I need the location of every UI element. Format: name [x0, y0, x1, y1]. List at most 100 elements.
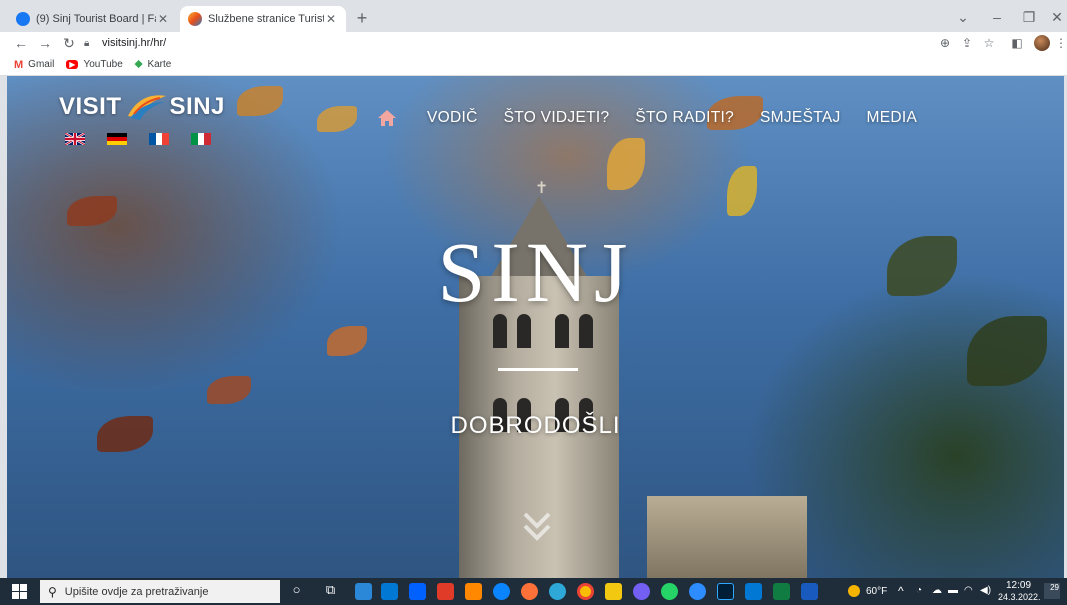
- side-panel-icon[interactable]: ◧: [1008, 34, 1026, 52]
- clock-time[interactable]: 12:09: [1006, 580, 1031, 591]
- task-view-icon[interactable]: ⧉: [322, 582, 339, 598]
- hero-section: ✝ VISIT SINJ VODIČ ŠTO VIDJETI? ŠTO RADI…: [7, 76, 1064, 578]
- hero-subtitle: DOBRODOŠLI: [450, 412, 621, 439]
- gmail-icon: M: [14, 58, 24, 71]
- forward-arrow-icon[interactable]: →: [36, 34, 54, 52]
- cortana-icon[interactable]: ○: [288, 582, 305, 597]
- nav-vodic[interactable]: VODIČ: [427, 109, 478, 127]
- taskbar-search-input[interactable]: ⚲ Upišite ovdje za pretraživanje: [40, 580, 280, 603]
- close-icon[interactable]: ✕: [156, 12, 170, 26]
- tab-title: Službene stranice Turističke zaje: [208, 13, 324, 25]
- share-icon[interactable]: ⇪: [958, 34, 976, 52]
- bookmark-label: Gmail: [28, 59, 55, 70]
- foliage-leaf: [967, 316, 1047, 386]
- search-icon: ⚲: [48, 584, 57, 599]
- close-window-button[interactable]: ✕: [1040, 6, 1067, 28]
- wifi-icon[interactable]: ◠: [964, 585, 973, 596]
- nav-sto-vidjeti[interactable]: ŠTO VIDJETI?: [504, 109, 610, 127]
- file-explorer-icon[interactable]: [605, 583, 622, 600]
- chrome-icon[interactable]: [577, 583, 594, 600]
- notification-count: 29: [1050, 583, 1059, 592]
- language-flags: [65, 133, 233, 145]
- lock-icon: 🔒︎: [84, 37, 90, 49]
- bookmark-label: YouTube: [83, 59, 123, 70]
- maps-icon: ⬥: [134, 58, 143, 70]
- tab-search-chevron-icon[interactable]: ⌄: [946, 6, 980, 28]
- mail-icon[interactable]: [381, 583, 398, 600]
- onedrive-icon[interactable]: ☁: [932, 585, 942, 596]
- tab-title: (9) Sinj Tourist Board | Facebook: [36, 13, 156, 25]
- foliage-leaf: [327, 326, 367, 356]
- visit-sinj-logo[interactable]: VISIT SINJ: [59, 92, 225, 122]
- url-text: visitsinj.hr/hr/: [102, 37, 167, 49]
- logo-text-left: VISIT: [59, 93, 122, 120]
- flag-france-icon[interactable]: [149, 133, 169, 145]
- windows-taskbar: ⚲ Upišite ovdje za pretraživanje ○ ⧉ 60°…: [0, 578, 1067, 605]
- vlc-icon[interactable]: [465, 583, 482, 600]
- viber-icon[interactable]: [633, 583, 650, 600]
- acrobat-icon[interactable]: [437, 583, 454, 600]
- firefox-icon[interactable]: [521, 583, 538, 600]
- bookmarks-bar: M Gmail ▶ YouTube ⬥ Karte: [0, 54, 1067, 76]
- hero-divider: [498, 368, 578, 371]
- tab-visitsinj[interactable]: Službene stranice Turističke zaje ✕: [180, 6, 346, 32]
- back-arrow-icon[interactable]: ←: [12, 34, 30, 52]
- tray-chevron-up-icon[interactable]: ^: [898, 584, 904, 598]
- logo-swoosh-icon: [127, 95, 166, 120]
- minimize-button[interactable]: –: [980, 6, 1014, 28]
- search-placeholder: Upišite ovdje za pretraživanje: [64, 585, 209, 598]
- logo-text-right: SINJ: [169, 93, 225, 120]
- zoom-icon[interactable]: ⊕: [936, 34, 954, 52]
- bookmark-star-icon[interactable]: ☆: [980, 34, 998, 52]
- nav-sto-raditi[interactable]: ŠTO RADITI?: [635, 109, 734, 127]
- flag-germany-icon[interactable]: [107, 133, 127, 145]
- outlook-icon[interactable]: [745, 583, 762, 600]
- windows-start-icon[interactable]: [12, 584, 27, 599]
- word-icon[interactable]: [801, 583, 818, 600]
- calculator-icon[interactable]: [355, 583, 372, 600]
- foliage-leaf: [727, 166, 757, 216]
- menu-kebab-icon[interactable]: ⋮: [1052, 34, 1067, 52]
- dropbox-icon[interactable]: [409, 583, 426, 600]
- edge-icon[interactable]: [549, 583, 566, 600]
- bookmark-youtube[interactable]: ▶ YouTube: [66, 59, 123, 70]
- clock-date[interactable]: 24.3.2022.: [998, 592, 1041, 602]
- weather-icon[interactable]: [848, 585, 860, 597]
- battery-icon[interactable]: ▬: [948, 585, 958, 596]
- home-icon[interactable]: [377, 109, 397, 127]
- flag-uk-icon[interactable]: [65, 133, 85, 145]
- profile-avatar[interactable]: [1034, 35, 1050, 51]
- volume-icon[interactable]: ◀): [980, 585, 991, 596]
- notification-center-button[interactable]: 29: [1044, 583, 1060, 599]
- tower-cross: ✝: [535, 180, 549, 197]
- close-icon[interactable]: ✕: [324, 12, 338, 26]
- meet-now-icon[interactable]: ◔: [916, 585, 922, 596]
- nav-media[interactable]: MEDIA: [867, 109, 918, 127]
- teamviewer-icon[interactable]: [689, 583, 706, 600]
- browser-toolbar: ← → ↻ 🔒︎ visitsinj.hr/hr/ ⊕ ⇪ ☆ ◧ ⋮: [0, 32, 1067, 54]
- bookmark-label: Karte: [147, 59, 172, 70]
- double-chevron-down-icon[interactable]: [519, 508, 555, 544]
- visitsinj-favicon-icon: [188, 12, 202, 26]
- weather-temperature[interactable]: 60°F: [866, 586, 887, 597]
- browser-tab-strip: (9) Sinj Tourist Board | Facebook ✕ Služ…: [0, 0, 1067, 32]
- photoshop-icon[interactable]: [717, 583, 734, 600]
- hero-title: SINJ: [437, 224, 634, 320]
- nav-smjestaj[interactable]: SMJEŠTAJ: [760, 109, 840, 127]
- flag-italy-icon[interactable]: [191, 133, 211, 145]
- youtube-icon: ▶: [66, 60, 79, 69]
- tab-facebook[interactable]: (9) Sinj Tourist Board | Facebook ✕: [8, 6, 178, 32]
- skype-icon[interactable]: [493, 583, 510, 600]
- side-building: [647, 496, 807, 578]
- foliage-leaf: [607, 138, 645, 190]
- reload-icon[interactable]: ↻: [60, 34, 78, 52]
- bookmark-gmail[interactable]: M Gmail: [14, 59, 54, 71]
- foliage-leaf: [317, 106, 357, 132]
- bookmark-karte[interactable]: ⬥ Karte: [135, 58, 172, 71]
- excel-icon[interactable]: [773, 583, 790, 600]
- new-tab-button[interactable]: +: [352, 8, 372, 28]
- whatsapp-icon[interactable]: [661, 583, 678, 600]
- address-bar[interactable]: 🔒︎ visitsinj.hr/hr/: [84, 33, 944, 53]
- main-nav: VODIČ ŠTO VIDJETI? ŠTO RADITI? SMJEŠTAJ …: [377, 108, 943, 128]
- foliage-leaf: [207, 376, 251, 404]
